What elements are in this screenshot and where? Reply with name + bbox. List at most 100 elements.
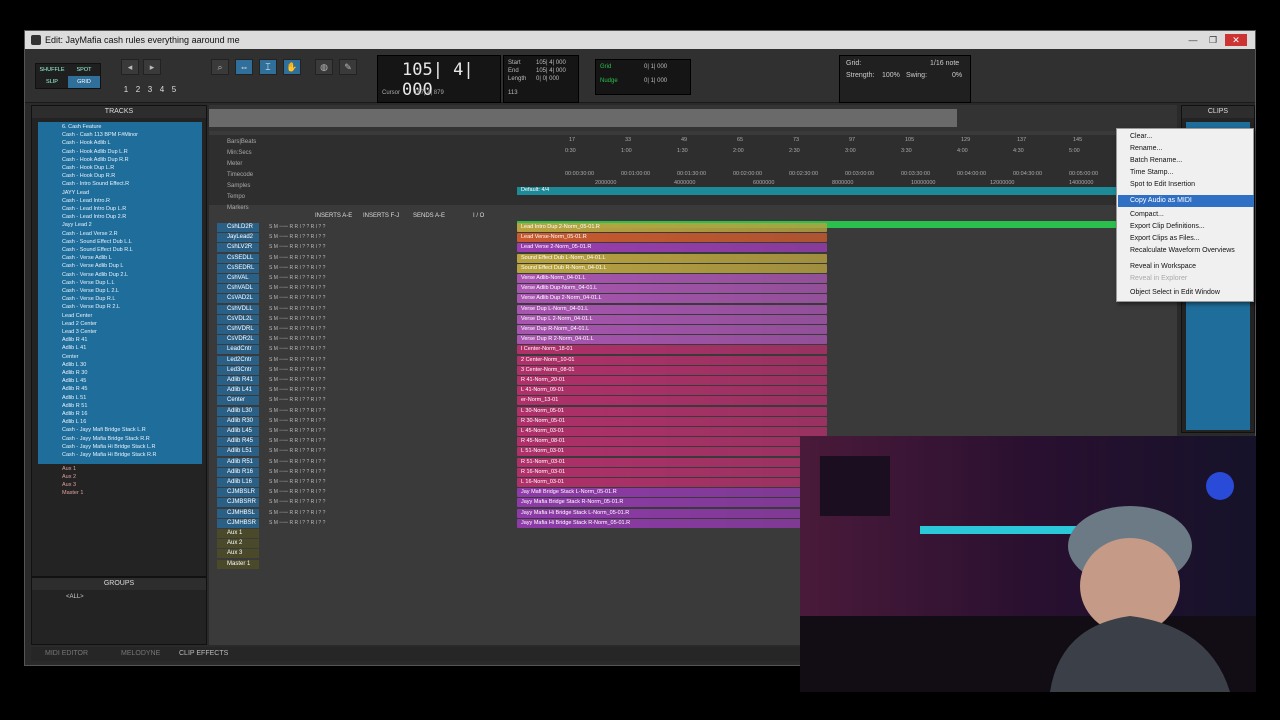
track-list-item[interactable]: Center <box>62 354 79 360</box>
audio-clip[interactable]: Verse Dup L 2-Norm_04-01.L <box>517 314 827 324</box>
track-controls[interactable]: S M ▫▫▫▫▫ R R I ? ? R I ? ? <box>269 316 325 322</box>
track-list-item[interactable]: Cash - Sound Effect Dub L.L <box>62 239 132 245</box>
context-menu-item[interactable]: Batch Rename... <box>1118 155 1254 167</box>
audio-clip[interactable]: Verse Dup L-Norm_04-01.L <box>517 304 827 314</box>
track-list-item[interactable]: Cash - Lead Intro Dup L.R <box>62 206 126 212</box>
track-row[interactable]: CJMBSLR S M ▫▫▫▫▫ R R I ? ? R I ? ? <box>215 488 511 498</box>
aux-list-item[interactable]: Aux 3 <box>62 482 76 488</box>
track-controls[interactable]: S M ▫▫▫▫▫ R R I ? ? R I ? ? <box>269 306 325 312</box>
ruler-label[interactable]: Bars|Beats <box>227 139 256 145</box>
aux-list-item[interactable]: Aux 1 <box>62 466 76 472</box>
track-controls[interactable]: S M ▫▫▫▫▫ R R I ? ? R I ? ? <box>269 408 325 414</box>
track-list-item[interactable]: Cash - Verse Dup R.L <box>62 296 116 302</box>
context-menu-item[interactable]: Reveal in Workspace <box>1118 261 1254 273</box>
selection-counters[interactable]: Start End Length 105| 4| 000 105| 4| 000… <box>503 55 579 103</box>
track-row[interactable]: CshLV2R S M ▫▫▫▫▫ R R I ? ? R I ? ? <box>215 243 511 253</box>
track-row[interactable]: CshVAL S M ▫▫▫▫▫ R R I ? ? R I ? ? <box>215 274 511 283</box>
track-row[interactable]: Adlib L41 S M ▫▫▫▫▫ R R I ? ? R I ? ? <box>215 386 511 396</box>
track-name[interactable]: CshLV2R <box>217 243 259 253</box>
track-row[interactable]: Adlib L45 S M ▫▫▫▫▫ R R I ? ? R I ? ? <box>215 427 511 436</box>
quantize-panel[interactable]: Grid: 1/16 note Strength: 100% Swing: 0% <box>839 55 971 103</box>
track-row[interactable]: CshLD2R S M ▫▫▫▫▫ R R I ? ? R I ? ? <box>215 223 511 232</box>
main-counter[interactable]: 105| 4| 000 Cursor 167| 4| 879 <box>377 55 501 103</box>
zoom-preset-4[interactable]: 4 <box>157 85 167 95</box>
context-menu-item[interactable]: Clear... <box>1118 131 1254 143</box>
minimize-button[interactable]: — <box>1185 34 1201 46</box>
track-name[interactable]: Adlib L30 <box>217 406 259 416</box>
track-list-item[interactable]: Adlib R 30 <box>62 370 87 376</box>
track-controls[interactable]: S M ▫▫▫▫▫ R R I ? ? R I ? ? <box>269 346 325 352</box>
track-name[interactable]: Adlib L45 <box>217 427 259 436</box>
track-row[interactable]: CsVDR2L S M ▫▫▫▫▫ R R I ? ? R I ? ? <box>215 335 511 345</box>
track-name[interactable]: Led2Cntr <box>217 355 259 365</box>
audio-clip[interactable]: L 45-Norm_03-01 <box>517 427 827 436</box>
rulers[interactable]: Default: 4/4 Bars|Beats Min:Secs Meter Time… <box>209 135 1177 228</box>
audio-clip[interactable]: R 16-Norm_03-01 <box>517 467 827 477</box>
context-menu-item[interactable]: Export Clips as Files... <box>1118 233 1254 245</box>
audio-clip[interactable]: L 30-Norm_05-01 <box>517 406 827 416</box>
aux-list-item[interactable]: Master 1 <box>62 490 83 496</box>
track-row[interactable]: CsVDL2L S M ▫▫▫▫▫ R R I ? ? R I ? ? <box>215 314 511 324</box>
context-menu-item[interactable]: Spot to Edit Insertion <box>1118 179 1254 191</box>
tab-midi-editor[interactable]: MIDI EDITOR <box>45 647 88 661</box>
track-name[interactable]: Adlib R16 <box>217 467 259 477</box>
track-row[interactable]: Adlib L30 S M ▫▫▫▫▫ R R I ? ? R I ? ? <box>215 406 511 416</box>
track-list-item[interactable]: Adlib L 16 <box>62 419 86 425</box>
context-menu-item[interactable]: Time Stamp... <box>1118 167 1254 179</box>
track-name[interactable]: CsVDL2L <box>217 314 259 324</box>
track-controls[interactable]: S M ▫▫▫▫▫ R R I ? ? R I ? ? <box>269 336 325 342</box>
track-row[interactable]: Adlib R45 S M ▫▫▫▫▫ R R I ? ? R I ? ? <box>215 437 511 447</box>
track-list-item[interactable]: Adlib R 45 <box>62 386 87 392</box>
scrubber-tool-icon[interactable]: ◍ <box>315 59 333 75</box>
column-header[interactable]: SENDS A-E <box>413 213 445 219</box>
track-row[interactable]: CshVDRL S M ▫▫▫▫▫ R R I ? ? R I ? ? <box>215 325 511 334</box>
track-name[interactable]: CsVDR2L <box>217 335 259 345</box>
track-controls[interactable]: S M ▫▫▫▫▫ R R I ? ? R I ? ? <box>269 438 325 444</box>
audio-clip[interactable]: 3 Center-Norm_08-01 <box>517 365 827 375</box>
aux-row[interactable]: Aux 1 <box>215 529 511 538</box>
track-list-item[interactable]: Cash - Intro Sound Effect.R <box>62 181 129 187</box>
audio-clip[interactable]: Verse Adlib Dup-Norm_04-01.L <box>517 284 827 294</box>
track-controls[interactable]: S M ▫▫▫▫▫ R R I ? ? R I ? ? <box>269 510 325 516</box>
track-list-item[interactable]: Adlib L 45 <box>62 378 86 384</box>
track-controls[interactable]: S M ▫▫▫▫▫ R R I ? ? R I ? ? <box>269 265 325 271</box>
zoom-out-icon[interactable]: ◂ <box>121 59 139 75</box>
audio-clip[interactable]: l Center-Norm_18-01 <box>517 345 827 355</box>
context-menu-item[interactable]: Object Select in Edit Window <box>1118 287 1254 299</box>
tab-melodyne[interactable]: MELODYNE <box>121 647 160 661</box>
audio-clip[interactable]: 2 Center-Norm_10-01 <box>517 355 827 365</box>
audio-clip[interactable]: R 51-Norm_03-01 <box>517 457 827 467</box>
track-controls[interactable]: S M ▫▫▫▫▫ R R I ? ? R I ? ? <box>269 428 325 434</box>
audio-clip[interactable]: er-Norm_13-01 <box>517 396 827 406</box>
ruler-label[interactable]: Tempo <box>227 194 245 200</box>
track-controls[interactable]: S M ▫▫▫▫▫ R R I ? ? R I ? ? <box>269 469 325 475</box>
track-name[interactable]: Adlib R41 <box>217 376 259 385</box>
track-row[interactable]: CsVAD2L S M ▫▫▫▫▫ R R I ? ? R I ? ? <box>215 294 511 304</box>
track-controls[interactable]: S M ▫▫▫▫▫ R R I ? ? R I ? ? <box>269 448 325 454</box>
track-controls[interactable]: S M ▫▫▫▫▫ R R I ? ? R I ? ? <box>269 397 325 403</box>
audio-clip[interactable]: Lead Verse 2-Norm_05-01.R <box>517 243 827 253</box>
track-list-item[interactable]: Cash - Lead Verse 2.R <box>62 231 118 237</box>
track-list-item[interactable]: Cash - Verse Dup R 2.L <box>62 304 120 310</box>
track-controls[interactable]: S M ▫▫▫▫▫ R R I ? ? R I ? ? <box>269 224 325 230</box>
ruler-label[interactable]: Markers <box>227 205 249 211</box>
track-name[interactable]: LeadCntr <box>217 345 259 355</box>
track-controls[interactable]: S M ▫▫▫▫▫ R R I ? ? R I ? ? <box>269 275 325 281</box>
track-name[interactable]: Adlib R51 <box>217 457 259 467</box>
track-controls[interactable]: S M ▫▫▫▫▫ R R I ? ? R I ? ? <box>269 387 325 393</box>
track-name[interactable]: CshLD2R <box>217 223 259 232</box>
audio-clip[interactable]: Verse Adlib Dup 2-Norm_04-01.L <box>517 294 827 304</box>
track-list-item[interactable]: Cash - Hook Adlib Dup L.R <box>62 149 128 155</box>
track-controls[interactable]: S M ▫▫▫▫▫ R R I ? ? R I ? ? <box>269 295 325 301</box>
context-menu-item[interactable]: Export Clip Definitions... <box>1118 221 1254 233</box>
ruler-label[interactable]: Min:Secs <box>227 150 252 156</box>
track-list-item[interactable]: Adlib R 16 <box>62 411 87 417</box>
audio-clip[interactable]: Verse Dup R-Norm_04-01.L <box>517 325 827 334</box>
aux-name[interactable]: Aux 2 <box>217 539 259 549</box>
track-controls[interactable]: S M ▫▫▫▫▫ R R I ? ? R I ? ? <box>269 418 325 424</box>
aux-row[interactable]: Master 1 <box>215 559 511 569</box>
ruler-label[interactable]: Samples <box>227 183 250 189</box>
track-list-item[interactable]: Cash - Verse Dup L.L <box>62 280 115 286</box>
maximize-button[interactable]: ❐ <box>1205 34 1221 46</box>
zoom-preset-5[interactable]: 5 <box>169 85 179 95</box>
